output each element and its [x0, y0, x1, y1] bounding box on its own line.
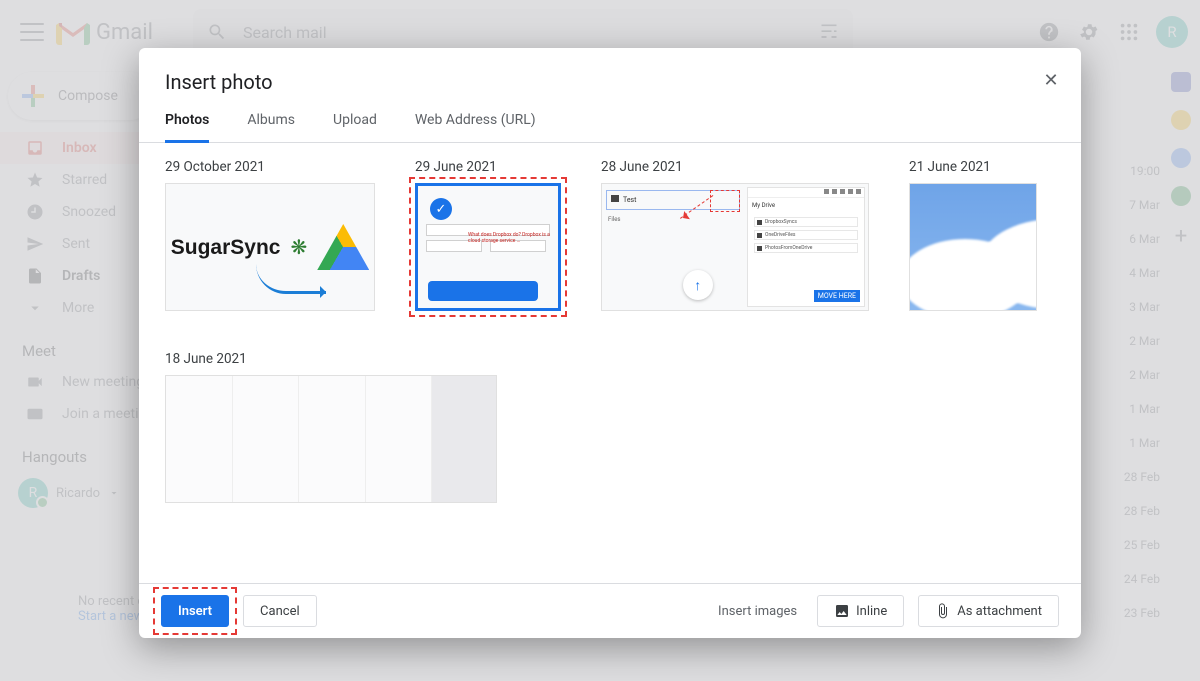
photo-group: 29 October 2021 SugarSync ❋: [165, 159, 375, 311]
thumb-folder-name: Test: [623, 196, 636, 204]
tab-upload[interactable]: Upload: [333, 112, 377, 142]
inline-label: Inline: [856, 604, 887, 619]
photo-thumbnail-clouds[interactable]: [909, 183, 1037, 311]
as-attachment-button[interactable]: As attachment: [918, 595, 1059, 627]
thumb-drive-item: DropboxSyncs: [754, 217, 858, 227]
dialog-title: Insert photo: [165, 70, 1055, 94]
image-icon: [834, 603, 850, 619]
photo-thumbnail-drive[interactable]: Test Files ↑: [601, 183, 869, 311]
toolbar-icon: [840, 189, 845, 194]
insert-photo-dialog: Insert photo ✕ Photos Albums Upload Web …: [139, 48, 1081, 638]
selected-check-icon: ✓: [430, 198, 452, 220]
dialog-footer: Insert Cancel Insert images Inline As at…: [139, 583, 1081, 638]
attachment-icon: [935, 603, 951, 619]
inline-button[interactable]: Inline: [817, 595, 904, 627]
group-date: 29 June 2021: [415, 159, 561, 175]
thumb-blue-button: [428, 281, 538, 301]
sugarsync-text: SugarSync: [171, 237, 281, 258]
as-attachment-label: As attachment: [957, 604, 1042, 619]
toolbar-icon: [848, 189, 853, 194]
thumb-files-label: Files: [608, 216, 621, 223]
photo-group: 29 June 2021 ✓ What does Dropbox do? Dro…: [415, 159, 561, 311]
photo-thumbnail-sugarsync[interactable]: SugarSync ❋: [165, 183, 375, 311]
dialog-close-button[interactable]: ✕: [1037, 66, 1065, 94]
photo-group: 18 June 2021: [165, 351, 1055, 503]
group-date: 18 June 2021: [165, 351, 1055, 367]
thumb-drive-item: PhotosFromOneDrive: [754, 243, 858, 253]
upload-circle-icon: ↑: [683, 270, 713, 300]
tab-albums[interactable]: Albums: [247, 112, 295, 142]
photo-thumbnail-selected[interactable]: ✓ What does Dropbox do? Dropbox is a clo…: [415, 183, 561, 311]
thumb-drive-item: OneDriveFiles: [754, 230, 858, 240]
insert-button[interactable]: Insert: [161, 595, 229, 627]
toolbar-icon: [824, 189, 829, 194]
folder-icon: [611, 195, 619, 202]
insert-images-label: Insert images: [718, 604, 797, 619]
photo-group: 21 June 2021: [909, 159, 1037, 311]
move-here-badge: MOVE HERE: [814, 290, 860, 302]
arrow-icon: [256, 264, 326, 294]
toolbar-icon: [832, 189, 837, 194]
tab-photos[interactable]: Photos: [165, 112, 209, 143]
thumb-red-arrow: [680, 218, 720, 258]
photos-grid: 29 October 2021 SugarSync ❋ 29 June 2021…: [139, 143, 1081, 583]
tab-web-address[interactable]: Web Address (URL): [415, 112, 536, 142]
thumb-mydrive-label: My Drive: [752, 202, 775, 209]
hummingbird-icon: ❋: [290, 235, 307, 259]
thumb-red-text: What does Dropbox do? Dropbox is a cloud…: [468, 232, 550, 245]
cancel-button[interactable]: Cancel: [243, 595, 317, 627]
dialog-tabs: Photos Albums Upload Web Address (URL): [139, 94, 1081, 143]
photo-thumbnail-wide[interactable]: [165, 375, 497, 503]
group-date: 28 June 2021: [601, 159, 869, 175]
group-date: 21 June 2021: [909, 159, 1037, 175]
group-date: 29 October 2021: [165, 159, 375, 175]
toolbar-icon: [856, 189, 861, 194]
photo-group: 28 June 2021 Test Files ↑: [601, 159, 869, 311]
